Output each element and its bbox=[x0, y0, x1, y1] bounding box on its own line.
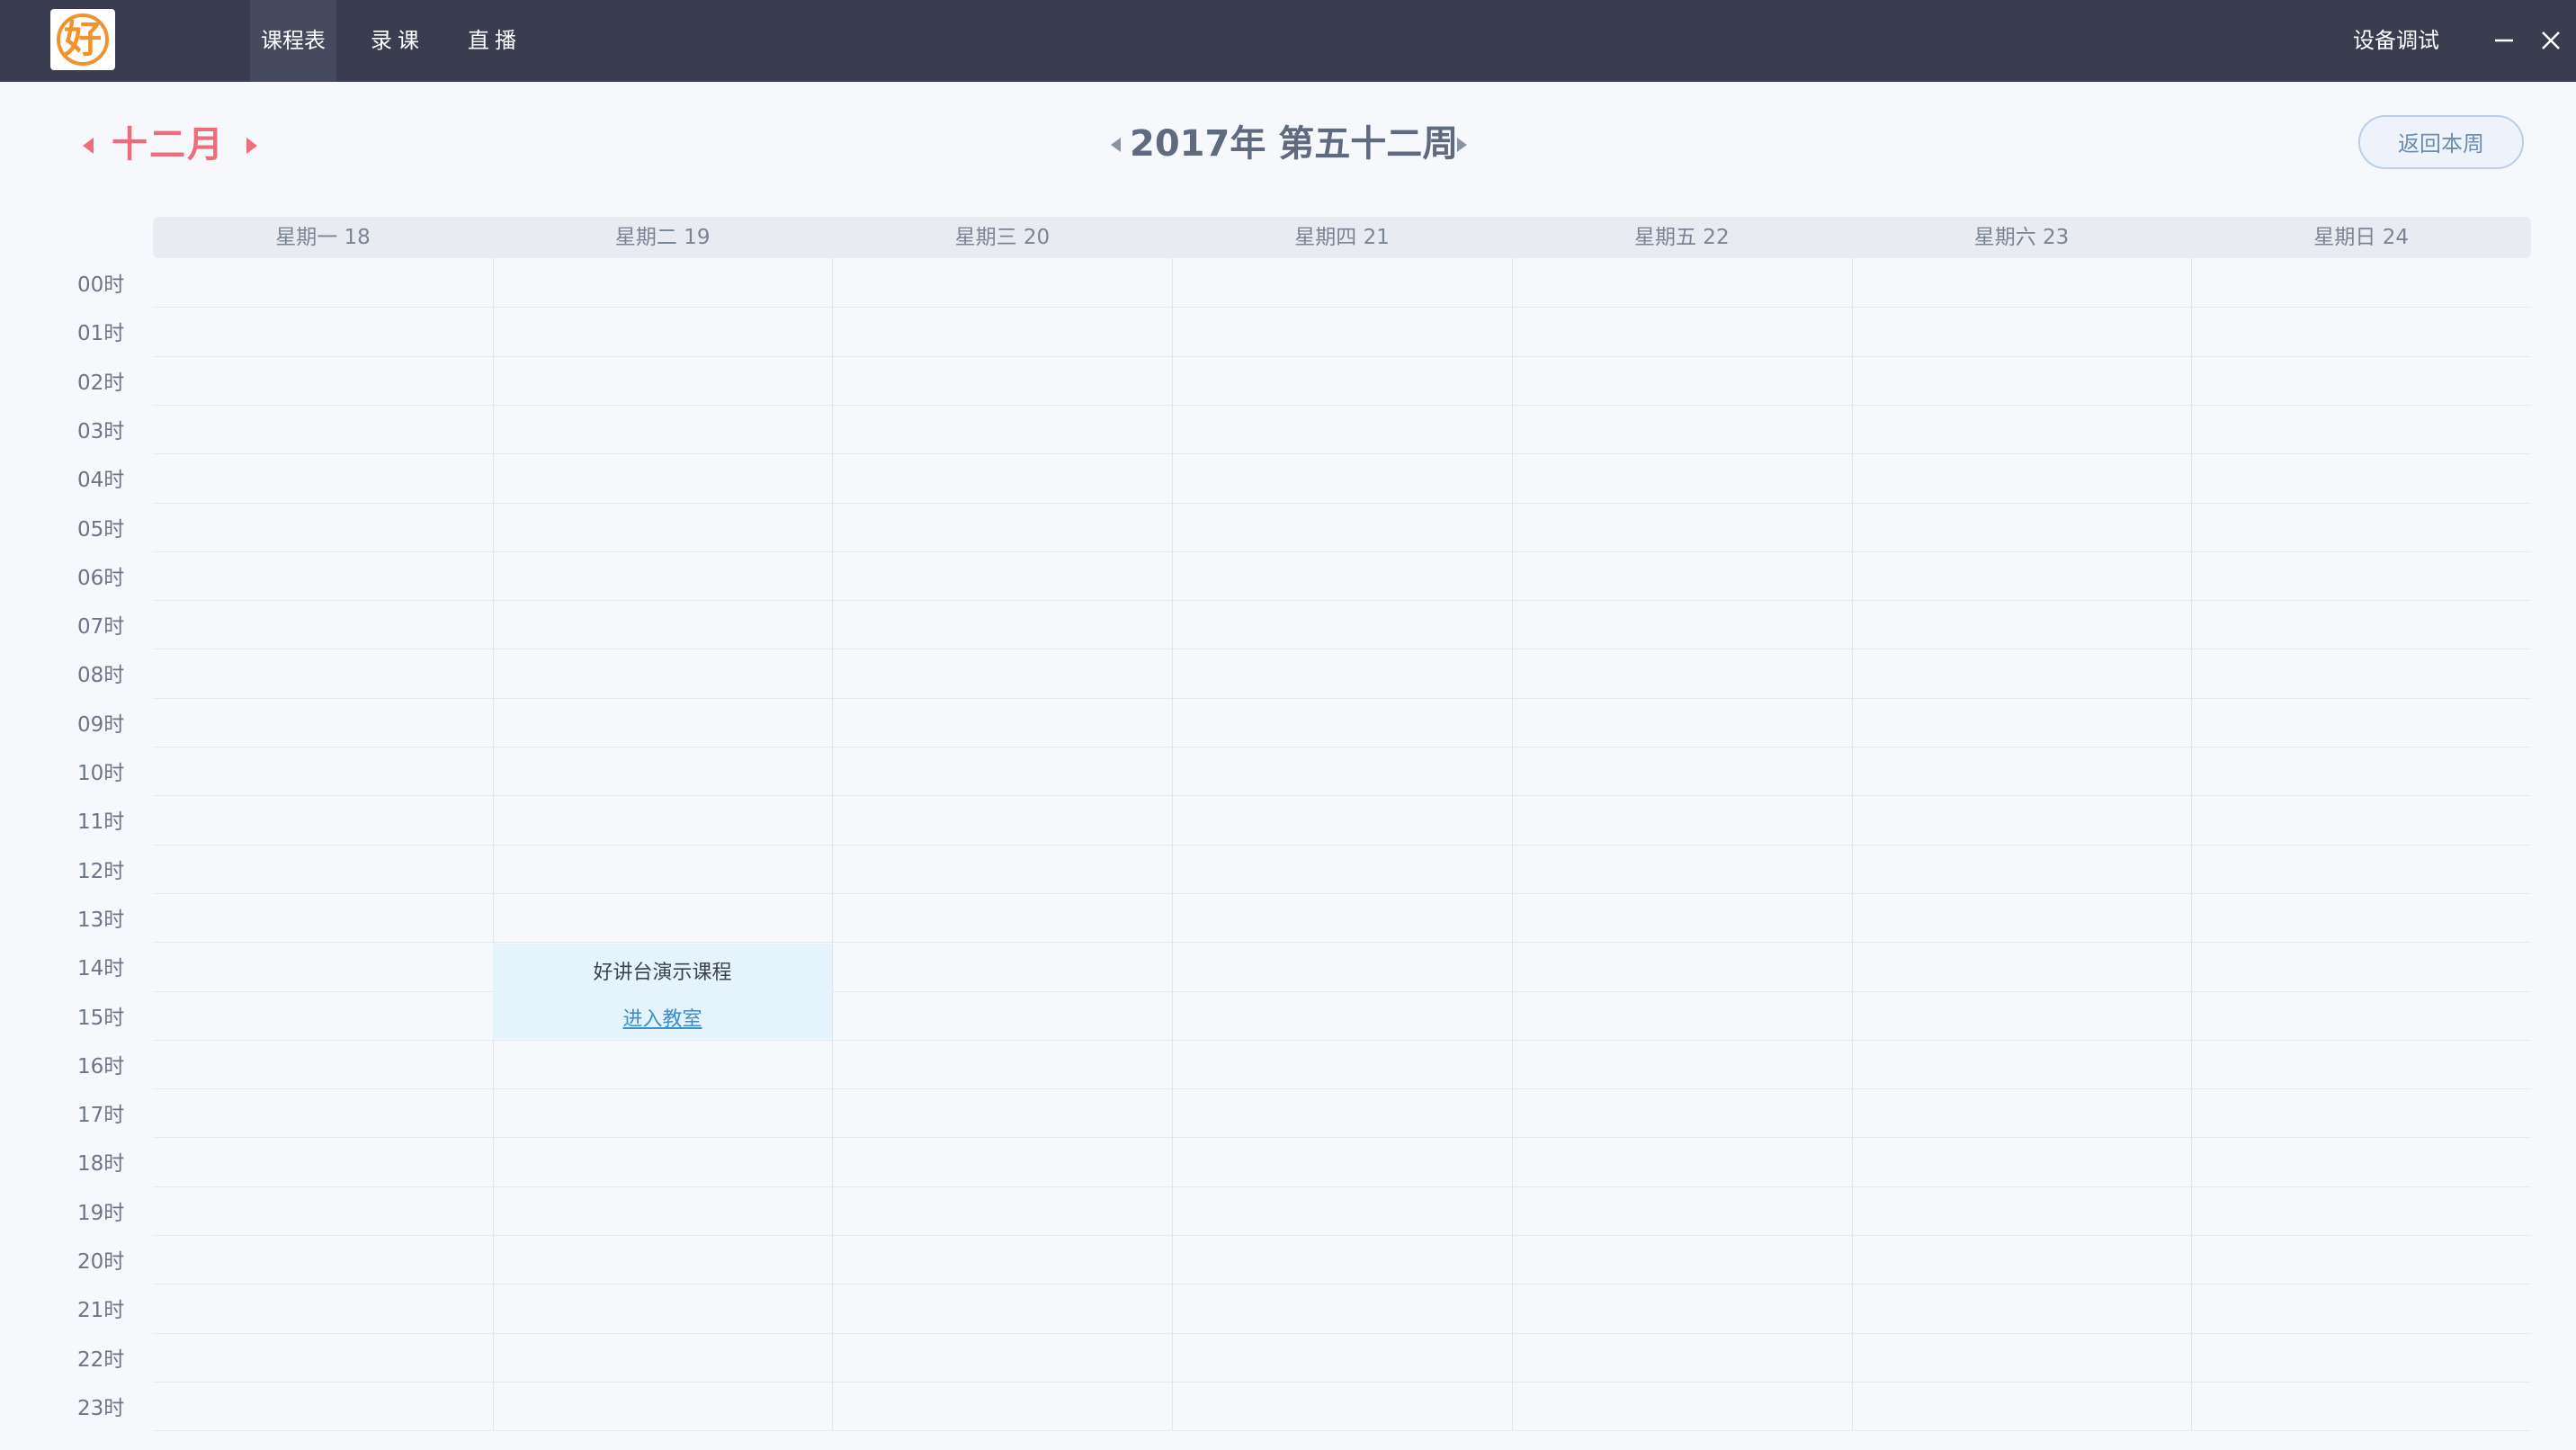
tab-schedule[interactable]: 课程表 bbox=[250, 0, 336, 82]
grid-row-line bbox=[153, 551, 2531, 552]
close-button[interactable] bbox=[2533, 22, 2569, 58]
hour-label: 21时 bbox=[77, 1299, 125, 1323]
grid-row-line bbox=[153, 1333, 2531, 1334]
device-test-button[interactable]: 设备调试 bbox=[2353, 0, 2439, 82]
hour-label: 07时 bbox=[77, 615, 125, 640]
logo-char: 好 bbox=[63, 17, 102, 61]
course-title: 好讲台演示课程 bbox=[593, 962, 732, 984]
hour-label: 05时 bbox=[77, 517, 125, 542]
back-to-this-week-button[interactable]: 返回本周 bbox=[2358, 115, 2524, 169]
grid-row-line bbox=[153, 600, 2531, 601]
triangle-right-icon bbox=[246, 138, 257, 154]
month-label: 十二月 bbox=[112, 124, 225, 166]
app-logo: 好 bbox=[50, 9, 115, 70]
grid-row-line bbox=[153, 893, 2531, 894]
grid-column-line bbox=[832, 258, 833, 1430]
grid-row-line bbox=[153, 1088, 2531, 1089]
course-event[interactable]: 好讲台演示课程 进入教室 bbox=[493, 944, 832, 1039]
minimize-icon bbox=[2495, 39, 2513, 42]
hour-label: 19时 bbox=[77, 1201, 125, 1225]
grid-row-line bbox=[153, 1382, 2531, 1383]
grid-row-line bbox=[153, 1040, 2531, 1041]
hour-label: 01时 bbox=[77, 322, 125, 346]
hour-label: 08时 bbox=[77, 664, 125, 688]
hour-label: 09时 bbox=[77, 712, 125, 737]
hour-label: 14时 bbox=[77, 957, 125, 981]
hour-label: 02时 bbox=[77, 371, 125, 395]
day-header: 星期日 24 bbox=[2313, 226, 2409, 249]
minimize-button[interactable] bbox=[2486, 22, 2522, 58]
week-label: 2017年 第五十二周 bbox=[1130, 123, 1459, 165]
calendar-grid bbox=[153, 258, 2531, 1431]
triangle-left-icon bbox=[83, 138, 94, 154]
week-next-button[interactable] bbox=[1452, 131, 1473, 158]
grid-column-line bbox=[2191, 258, 2192, 1430]
enter-classroom-link[interactable]: 进入教室 bbox=[493, 1003, 832, 1032]
hour-label: 15时 bbox=[77, 1006, 125, 1030]
hour-label: 03时 bbox=[77, 419, 125, 443]
tab-live[interactable]: 直播 bbox=[457, 0, 532, 82]
hour-label: 22时 bbox=[77, 1347, 125, 1372]
grid-row-line bbox=[153, 503, 2531, 504]
day-header: 星期二 19 bbox=[614, 226, 711, 249]
hour-label: 23时 bbox=[77, 1396, 125, 1420]
day-header: 星期一 18 bbox=[275, 226, 371, 249]
hour-label: 00时 bbox=[77, 273, 125, 297]
grid-column-line bbox=[493, 258, 494, 1430]
hour-label: 20时 bbox=[77, 1250, 125, 1274]
grid-row-line bbox=[153, 1137, 2531, 1138]
day-header: 星期五 22 bbox=[1634, 226, 1730, 249]
grid-row-line bbox=[153, 356, 2531, 357]
grid-row-line bbox=[153, 698, 2531, 699]
hour-label: 17时 bbox=[77, 1104, 125, 1128]
hour-label: 18时 bbox=[77, 1152, 125, 1177]
grid-row-line bbox=[153, 453, 2531, 454]
hour-label: 10时 bbox=[77, 762, 125, 785]
grid-column-line bbox=[1172, 258, 1173, 1430]
hour-label: 06时 bbox=[77, 566, 125, 590]
grid-row-line bbox=[153, 1186, 2531, 1187]
month-next-button[interactable] bbox=[241, 132, 263, 159]
week-prev-button[interactable] bbox=[1105, 131, 1126, 158]
grid-column-line bbox=[1512, 258, 1513, 1430]
day-header: 星期六 23 bbox=[1973, 226, 2070, 249]
hour-label: 12时 bbox=[77, 859, 125, 883]
grid-row-line bbox=[153, 942, 2531, 943]
triangle-left-icon bbox=[1111, 138, 1121, 152]
day-header: 星期三 20 bbox=[954, 226, 1051, 249]
title-bar: 好 课程表 录课 直播 设备调试 bbox=[0, 0, 2576, 82]
grid-row-line bbox=[153, 1235, 2531, 1236]
grid-row-line bbox=[153, 795, 2531, 796]
grid-row-line bbox=[153, 1430, 2531, 1431]
triangle-right-icon bbox=[1457, 138, 1467, 152]
grid-row-line bbox=[153, 307, 2531, 308]
hour-label: 04时 bbox=[77, 469, 125, 493]
hour-label: 16时 bbox=[77, 1054, 125, 1079]
grid-column-line bbox=[1852, 258, 1853, 1430]
day-header: 星期四 21 bbox=[1294, 226, 1390, 249]
close-icon bbox=[2542, 31, 2560, 49]
tab-record[interactable]: 录课 bbox=[360, 0, 435, 82]
grid-row-line bbox=[153, 405, 2531, 406]
month-prev-button[interactable] bbox=[77, 132, 99, 159]
hour-label: 13时 bbox=[77, 908, 125, 932]
hour-label: 11时 bbox=[77, 810, 125, 835]
grid-row-line bbox=[153, 845, 2531, 846]
